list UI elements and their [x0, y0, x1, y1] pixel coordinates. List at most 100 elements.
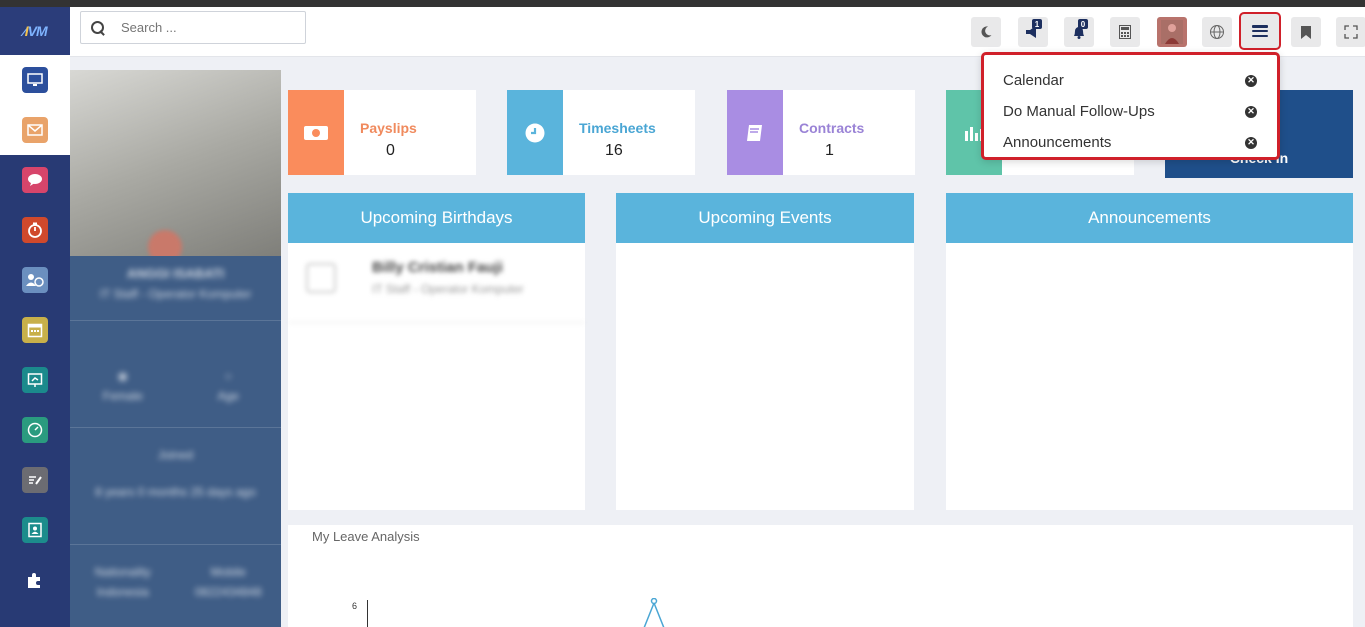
sidebar-item-recruitment[interactable]	[0, 105, 70, 155]
contracts-card[interactable]: Contracts 1	[727, 90, 915, 175]
dropdown-item-calendar[interactable]: Calendar ✕	[984, 65, 1277, 96]
sidebar-item-reports[interactable]	[0, 405, 70, 455]
sidebar-item-board[interactable]	[0, 355, 70, 405]
close-icon[interactable]: ✕	[1245, 74, 1257, 87]
bookmark-icon	[1301, 25, 1311, 39]
calculator-button[interactable]	[1110, 17, 1140, 47]
leave-analysis-title: My Leave Analysis	[312, 529, 420, 544]
profile-tenure: Joined 8 years 0 months 25 days ago	[95, 448, 256, 499]
notification-count-badge: 0	[1078, 19, 1088, 29]
hamburger-menu-icon	[1252, 25, 1268, 37]
payslips-count: 0	[386, 142, 395, 159]
upcoming-birthdays-widget: Upcoming Birthdays Billy Cristian Fauji …	[288, 193, 585, 510]
globe-icon	[1210, 25, 1224, 39]
bookmark-button[interactable]	[1291, 17, 1321, 47]
sidebar-active-group	[0, 55, 70, 155]
edit-note-icon	[22, 467, 48, 493]
profile-nationality: Nationality Indonesia	[94, 565, 151, 599]
upcoming-birthdays-title: Upcoming Birthdays	[288, 193, 585, 243]
dark-mode-button[interactable]	[971, 17, 1001, 47]
id-card-icon	[22, 517, 48, 543]
announcements-title: Announcements	[946, 193, 1353, 243]
profile-age: ○ Age	[176, 321, 282, 427]
chat-notifications-button[interactable]: 1	[1018, 17, 1048, 47]
dropdown-item-label: Calendar	[1003, 72, 1064, 89]
user-avatar-button[interactable]	[1157, 17, 1187, 47]
search-input[interactable]	[121, 20, 301, 35]
chat-icon	[22, 167, 48, 193]
app-logo[interactable]: ∕IVM	[0, 7, 70, 55]
search-box[interactable]	[80, 11, 306, 44]
chat-count-badge: 1	[1032, 19, 1042, 29]
quick-menu-button[interactable]	[1239, 12, 1281, 50]
stopwatch-icon	[22, 217, 48, 243]
sidebar: ∕IVM	[0, 7, 70, 627]
presentation-icon	[22, 367, 48, 393]
top-header: 1 0	[70, 7, 1365, 57]
sidebar-item-chat[interactable]	[0, 155, 70, 205]
birthday-name: Billy Cristian Fauji	[372, 259, 503, 276]
birthday-list-item[interactable]: Billy Cristian Fauji IT Staff - Operator…	[288, 243, 585, 323]
sidebar-item-notes[interactable]	[0, 455, 70, 505]
users-clock-icon	[22, 267, 48, 293]
age-icon: ○	[224, 369, 232, 383]
chart-y-tick: 6	[352, 601, 358, 611]
profile-details: ◉ Female ○ Age	[70, 321, 281, 427]
search-icon	[91, 20, 105, 35]
profile-role: IT Staff - Operator Komputer	[99, 287, 252, 301]
profile-gender: ◉ Female	[70, 321, 176, 427]
chart-line-peak	[643, 598, 665, 627]
sidebar-item-dashboard[interactable]	[0, 55, 70, 105]
calendar-icon	[22, 317, 48, 343]
upcoming-events-title: Upcoming Events	[616, 193, 914, 243]
announcements-widget: Announcements	[946, 193, 1353, 510]
birthday-role: IT Staff - Operator Komputer	[372, 282, 524, 296]
expand-icon	[1344, 25, 1358, 39]
clock-icon	[507, 90, 563, 175]
profile-mobile: Mobile 0822434848	[194, 565, 262, 599]
language-button[interactable]	[1202, 17, 1232, 47]
sidebar-item-attendance[interactable]	[0, 205, 70, 255]
envelope-user-icon	[22, 117, 48, 143]
close-icon[interactable]: ✕	[1245, 105, 1257, 118]
payslips-title: Payslips	[360, 120, 417, 136]
monitor-icon	[22, 67, 48, 93]
dropdown-item-label: Do Manual Follow-Ups	[1003, 103, 1155, 120]
payslips-card[interactable]: Payslips 0	[288, 90, 476, 175]
close-icon[interactable]: ✕	[1245, 136, 1257, 149]
profile-identity: ANGGI ISABATI IT Staff - Operator Komput…	[70, 256, 281, 320]
profile-contact: Nationality Indonesia Mobile 0822434848	[70, 545, 281, 599]
calculator-icon	[1119, 25, 1131, 39]
timesheets-count: 16	[605, 142, 623, 159]
puzzle-icon	[22, 567, 48, 593]
profile-panel: ANGGI ISABATI IT Staff - Operator Komput…	[70, 70, 281, 627]
dropdown-item-manual-follow-ups[interactable]: Do Manual Follow-Ups ✕	[984, 96, 1277, 127]
leave-analysis-panel: My Leave Analysis 6	[288, 525, 1353, 627]
dashboard-gauge-icon	[22, 417, 48, 443]
sidebar-item-modules[interactable]	[0, 555, 70, 605]
book-icon	[727, 90, 783, 175]
sidebar-item-contacts[interactable]	[0, 505, 70, 555]
sidebar-item-calendar[interactable]	[0, 305, 70, 355]
profile-name: ANGGI ISABATI	[126, 266, 225, 281]
timesheets-card[interactable]: Timesheets 16	[507, 90, 695, 175]
chart-y-axis	[367, 600, 368, 627]
dropdown-item-label: Announcements	[1003, 134, 1112, 151]
upcoming-events-widget: Upcoming Events	[616, 193, 914, 510]
sidebar-item-employees[interactable]	[0, 255, 70, 305]
logo-mark: ∕IVM	[23, 23, 47, 39]
cake-icon	[306, 263, 336, 293]
location-pin-icon: ◉	[117, 369, 128, 383]
window-top-border	[0, 0, 1365, 7]
avatar	[1161, 20, 1183, 44]
contracts-count: 1	[825, 142, 834, 159]
timesheets-title: Timesheets	[579, 120, 656, 136]
money-icon	[288, 90, 344, 175]
dropdown-item-announcements[interactable]: Announcements ✕	[984, 127, 1277, 158]
contracts-title: Contracts	[799, 120, 865, 136]
profile-photo	[70, 70, 281, 256]
fullscreen-button[interactable]	[1336, 17, 1365, 47]
moon-icon	[981, 26, 992, 38]
notifications-button[interactable]: 0	[1064, 17, 1094, 47]
quick-menu-dropdown: Calendar ✕ Do Manual Follow-Ups ✕ Announ…	[981, 52, 1280, 160]
